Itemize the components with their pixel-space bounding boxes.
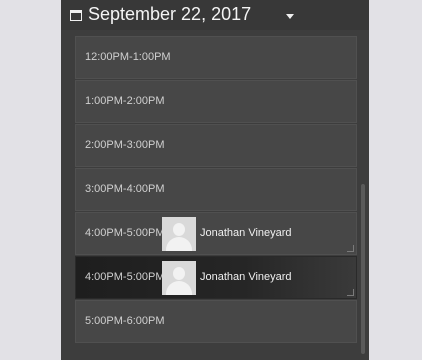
time-slot[interactable]: 12:00PM-1:00PM [75, 36, 357, 79]
avatar-head [173, 223, 185, 236]
time-slot[interactable]: 3:00PM-4:00PM [75, 168, 357, 211]
user-avatar-icon [162, 217, 196, 251]
date-label[interactable]: September 22, 2017 [88, 4, 251, 25]
time-slot-booked[interactable]: 4:00PM-5:00PM Jonathan Vineyard [75, 212, 357, 255]
attendee-name: Jonathan Vineyard [200, 271, 292, 283]
time-slot[interactable]: 5:00PM-6:00PM [75, 300, 357, 343]
time-slot-label: 5:00PM-6:00PM [85, 315, 165, 327]
avatar-body [166, 237, 192, 251]
time-slot-label: 1:00PM-2:00PM [85, 95, 165, 107]
avatar-body [166, 281, 192, 295]
time-slot-label: 12:00PM-1:00PM [85, 51, 171, 63]
attendee-name: Jonathan Vineyard [200, 227, 292, 239]
time-slot[interactable]: 2:00PM-3:00PM [75, 124, 357, 167]
calendar-icon [70, 10, 82, 21]
chevron-down-icon[interactable] [286, 14, 294, 19]
scrollbar[interactable] [361, 184, 365, 354]
schedule-panel: September 22, 2017 12:00PM-1:00PM 1:00PM… [61, 0, 369, 360]
date-header[interactable]: September 22, 2017 [61, 0, 369, 30]
user-avatar-icon [162, 261, 196, 295]
time-slot-label: 4:00PM-5:00PM [85, 271, 165, 283]
resize-handle-icon[interactable] [347, 289, 354, 296]
avatar-head [173, 267, 185, 280]
time-slot-label: 2:00PM-3:00PM [85, 139, 165, 151]
time-slot[interactable]: 1:00PM-2:00PM [75, 80, 357, 123]
time-slot-label: 4:00PM-5:00PM [85, 227, 165, 239]
resize-handle-icon[interactable] [347, 245, 354, 252]
time-slot-selected[interactable]: 4:00PM-5:00PM Jonathan Vineyard [75, 256, 357, 299]
time-slot-label: 3:00PM-4:00PM [85, 183, 165, 195]
